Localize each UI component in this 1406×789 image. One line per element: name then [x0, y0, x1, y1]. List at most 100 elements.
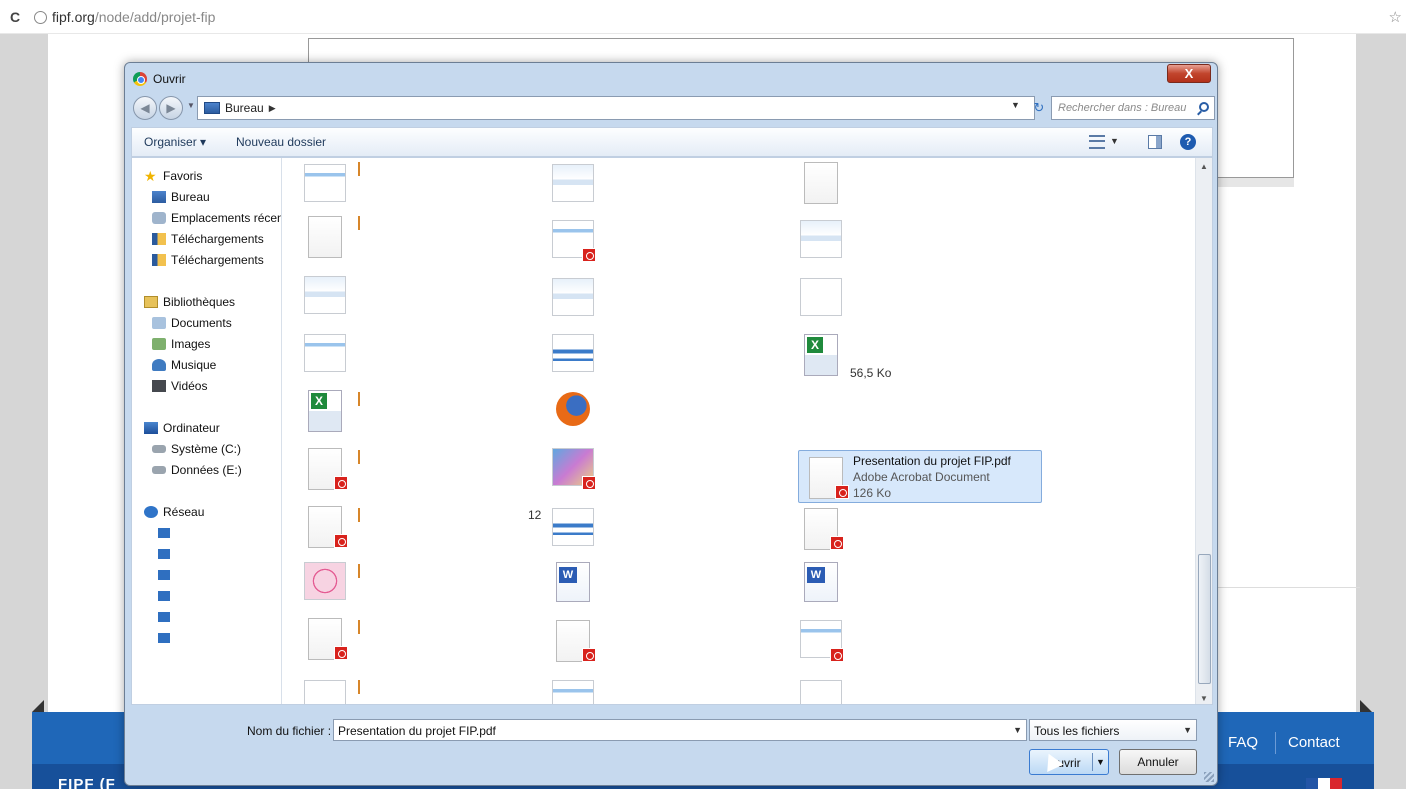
network-computer-icon[interactable] [158, 591, 170, 601]
file-item[interactable] [800, 278, 842, 316]
chrome-logo-icon [133, 72, 147, 86]
file-label-stub [358, 216, 360, 230]
nav-item-videos[interactable]: Vidéos [152, 376, 207, 396]
url-field[interactable]: fipf.org/node/add/projet-fip [52, 9, 215, 25]
file-item[interactable] [552, 448, 596, 490]
nav-item-network[interactable]: Réseau [144, 502, 204, 522]
file-item[interactable] [304, 680, 346, 704]
nav-item-downloads-2[interactable]: Téléchargements [152, 250, 264, 270]
file-item[interactable] [800, 508, 844, 550]
file-type-select[interactable]: Tous les fichiers ▼ [1029, 719, 1197, 741]
search-icon[interactable] [1199, 102, 1209, 112]
organize-button[interactable]: Organiser ▾ [144, 135, 206, 149]
file-item[interactable] [552, 620, 596, 662]
file-item[interactable] [552, 508, 594, 546]
nav-item-documents[interactable]: Documents [152, 313, 232, 333]
file-label-stub [358, 392, 360, 406]
nav-label: Emplacements récents [171, 211, 282, 225]
pdf-thumbnail [805, 457, 849, 499]
file-item[interactable] [552, 562, 594, 602]
nav-item-libraries[interactable]: Bibliothèques [144, 292, 235, 312]
search-input[interactable]: Rechercher dans : Bureau [1051, 96, 1215, 120]
file-item[interactable] [552, 392, 594, 430]
nav-item-desktop[interactable]: Bureau [152, 187, 210, 207]
file-thumbnail [800, 278, 842, 316]
nav-item-data-drive[interactable]: Données (E:) [152, 460, 242, 480]
file-item[interactable] [800, 680, 842, 704]
file-item[interactable] [800, 162, 842, 204]
scrollbar-thumb[interactable] [1198, 554, 1211, 684]
nav-item-recent[interactable]: Emplacements récents [152, 208, 282, 228]
nav-label: Téléchargements [171, 232, 264, 246]
file-item[interactable] [304, 334, 346, 372]
file-item[interactable] [304, 390, 346, 432]
scroll-down-icon[interactable]: ▼ [1200, 694, 1208, 703]
history-dropdown-icon[interactable]: ▼ [187, 101, 195, 110]
new-folder-button[interactable]: Nouveau dossier [236, 135, 326, 149]
firefox-icon [556, 392, 590, 426]
file-item[interactable] [800, 334, 842, 376]
filename-dropdown-icon[interactable]: ▼ [1013, 725, 1022, 735]
network-computer-icon[interactable] [158, 612, 170, 622]
file-type-dropdown-icon[interactable]: ▼ [1183, 725, 1192, 735]
file-item[interactable] [800, 620, 844, 662]
back-button[interactable]: ◀ [133, 96, 157, 120]
address-dropdown-icon[interactable]: ▼ [1011, 100, 1020, 110]
flag-icon [1306, 778, 1342, 789]
breadcrumb[interactable]: Bureau ▶ [197, 96, 1035, 120]
file-item[interactable] [552, 164, 594, 202]
resize-grip-icon[interactable] [1204, 772, 1214, 782]
breadcrumb-arrow-icon[interactable]: ▶ [269, 103, 276, 114]
file-item[interactable] [304, 448, 348, 490]
file-item[interactable] [304, 562, 346, 600]
nav-item-images[interactable]: Images [152, 334, 210, 354]
network-computer-icon[interactable] [158, 549, 170, 559]
scroll-up-icon[interactable]: ▲ [1200, 162, 1208, 171]
nav-item-favorites[interactable]: ★ Favoris [144, 166, 202, 186]
file-size-label: 56,5 Ko [850, 366, 892, 380]
navigation-row: ◀ ▶ ▼ Bureau ▶ ▼ ↻ Rechercher dans : Bur… [131, 95, 1215, 121]
nav-item-music[interactable]: Musique [152, 355, 216, 375]
close-button[interactable]: X [1167, 64, 1211, 83]
open-file-dialog: Ouvrir X ◀ ▶ ▼ Bureau ▶ ▼ ↻ Rechercher d… [124, 62, 1218, 786]
view-dropdown-icon[interactable]: ▼ [1110, 136, 1119, 146]
cancel-button[interactable]: Annuler [1119, 749, 1197, 775]
file-item[interactable] [304, 506, 348, 548]
footer-link-faq[interactable]: FAQ [1228, 734, 1258, 751]
file-item[interactable] [304, 618, 348, 660]
file-item[interactable] [304, 276, 346, 314]
nav-item-computer[interactable]: Ordinateur [144, 418, 220, 438]
network-computer-icon[interactable] [158, 633, 170, 643]
refresh-icon[interactable]: ↻ [1029, 97, 1049, 119]
open-button[interactable]: Ouvrir ▼ [1029, 749, 1109, 775]
file-item[interactable] [304, 164, 346, 202]
forward-button[interactable]: ▶ [159, 96, 183, 120]
selected-file-item[interactable]: Presentation du projet FIP.pdf Adobe Acr… [798, 450, 1042, 503]
network-computer-icon[interactable] [158, 570, 170, 580]
reload-icon[interactable]: C [10, 9, 20, 25]
word-file-icon [556, 562, 590, 602]
file-item[interactable] [552, 278, 594, 316]
breadcrumb-location[interactable]: Bureau [225, 101, 264, 115]
file-item[interactable] [800, 220, 842, 258]
help-icon[interactable]: ? [1180, 134, 1196, 150]
filename-input[interactable]: Presentation du projet FIP.pdf ▼ [333, 719, 1027, 741]
page-right-margin [1356, 34, 1406, 789]
nav-item-system-drive[interactable]: Système (C:) [152, 439, 241, 459]
nav-item-downloads-1[interactable]: Téléchargements [152, 229, 264, 249]
file-item[interactable] [800, 562, 842, 602]
file-item[interactable] [304, 216, 346, 258]
url-host: fipf.org [52, 9, 95, 25]
network-computer-icon[interactable] [158, 528, 170, 538]
bookmark-star-icon[interactable]: ☆ [1389, 8, 1402, 26]
network-icon [144, 506, 158, 518]
file-item[interactable] [552, 220, 596, 262]
dialog-content: ★ Favoris Bureau Emplacements récents Tél… [131, 157, 1213, 705]
view-options-icon[interactable] [1089, 135, 1105, 149]
footer-link-contact[interactable]: Contact [1288, 734, 1340, 751]
vertical-scrollbar[interactable]: ▲ ▼ [1195, 158, 1212, 704]
open-options-dropdown-icon[interactable]: ▼ [1092, 753, 1108, 771]
preview-pane-icon[interactable] [1148, 135, 1162, 149]
file-item[interactable] [552, 680, 594, 704]
file-item[interactable] [552, 334, 594, 372]
